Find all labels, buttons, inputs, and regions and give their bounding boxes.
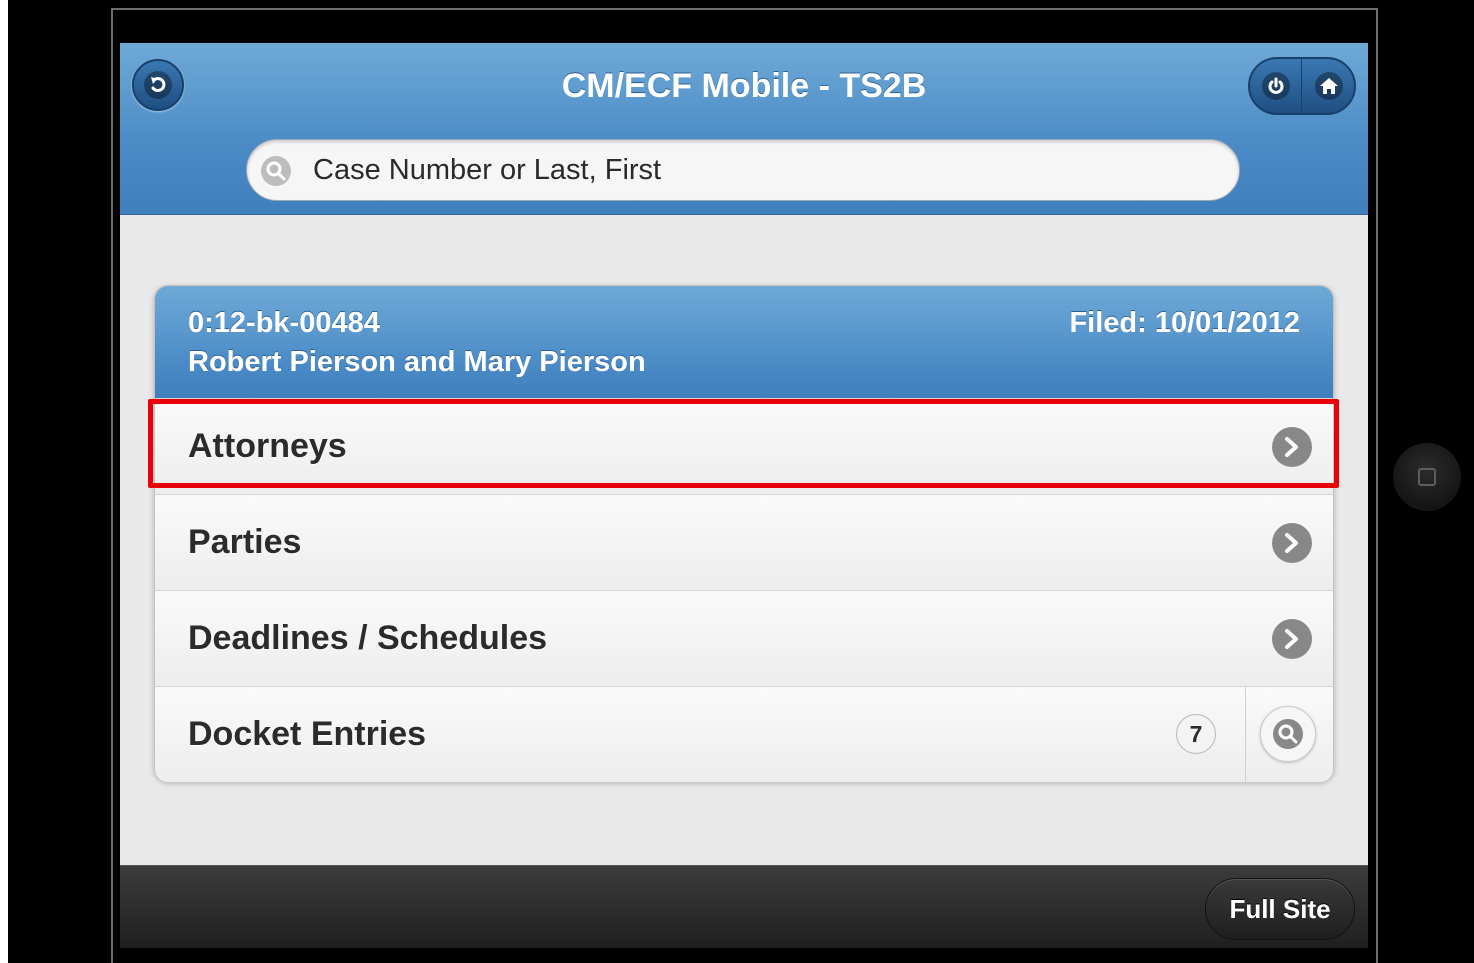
footer-bar: Full Site	[120, 865, 1368, 948]
header-button-group	[1248, 57, 1356, 115]
list-item-label: Attorneys	[188, 427, 347, 465]
search-bar	[246, 139, 1240, 201]
case-title: Robert Pierson and Mary Pierson	[188, 346, 646, 378]
list-item-label: Parties	[188, 523, 302, 561]
list-item-docket-entries[interactable]: Docket Entries 7	[155, 686, 1333, 782]
app-screen: CM/ECF Mobile - TS2B Case Number or Last…	[120, 43, 1368, 948]
chevron-right-icon	[1272, 619, 1312, 659]
device-home-button[interactable]	[1393, 443, 1461, 511]
search-icon	[261, 156, 291, 186]
list-item-parties[interactable]: Parties	[155, 494, 1333, 590]
home-button[interactable]	[1303, 59, 1355, 113]
logout-button[interactable]	[1250, 59, 1302, 113]
list-item-label: Docket Entries	[188, 715, 427, 753]
list-item-attorneys[interactable]: Attorneys	[155, 398, 1333, 494]
case-header: 0:12-bk-00484 Filed: 10/01/2012 Robert P…	[155, 286, 1333, 398]
page-title: CM/ECF Mobile - TS2B	[561, 67, 927, 105]
header-bar: CM/ECF Mobile - TS2B	[120, 43, 1368, 215]
power-icon	[1262, 72, 1290, 100]
count-badge: 7	[1176, 714, 1216, 754]
case-filed-date: Filed: 10/01/2012	[1069, 307, 1300, 339]
home-icon	[1315, 72, 1343, 100]
square-icon	[1418, 468, 1436, 486]
docket-search-circle	[1260, 706, 1316, 762]
case-card: 0:12-bk-00484 Filed: 10/01/2012 Robert P…	[154, 285, 1334, 782]
chevron-right-icon	[1272, 427, 1312, 467]
docket-search-button[interactable]	[1245, 687, 1333, 782]
full-site-button[interactable]: Full Site	[1205, 878, 1355, 940]
list-item-label: Deadlines / Schedules	[188, 619, 548, 657]
chevron-right-icon	[1272, 523, 1312, 563]
case-number: 0:12-bk-00484	[188, 307, 380, 339]
search-icon	[1273, 719, 1303, 749]
search-input[interactable]	[313, 140, 1213, 200]
list-item-deadlines-schedules[interactable]: Deadlines / Schedules	[155, 590, 1333, 686]
